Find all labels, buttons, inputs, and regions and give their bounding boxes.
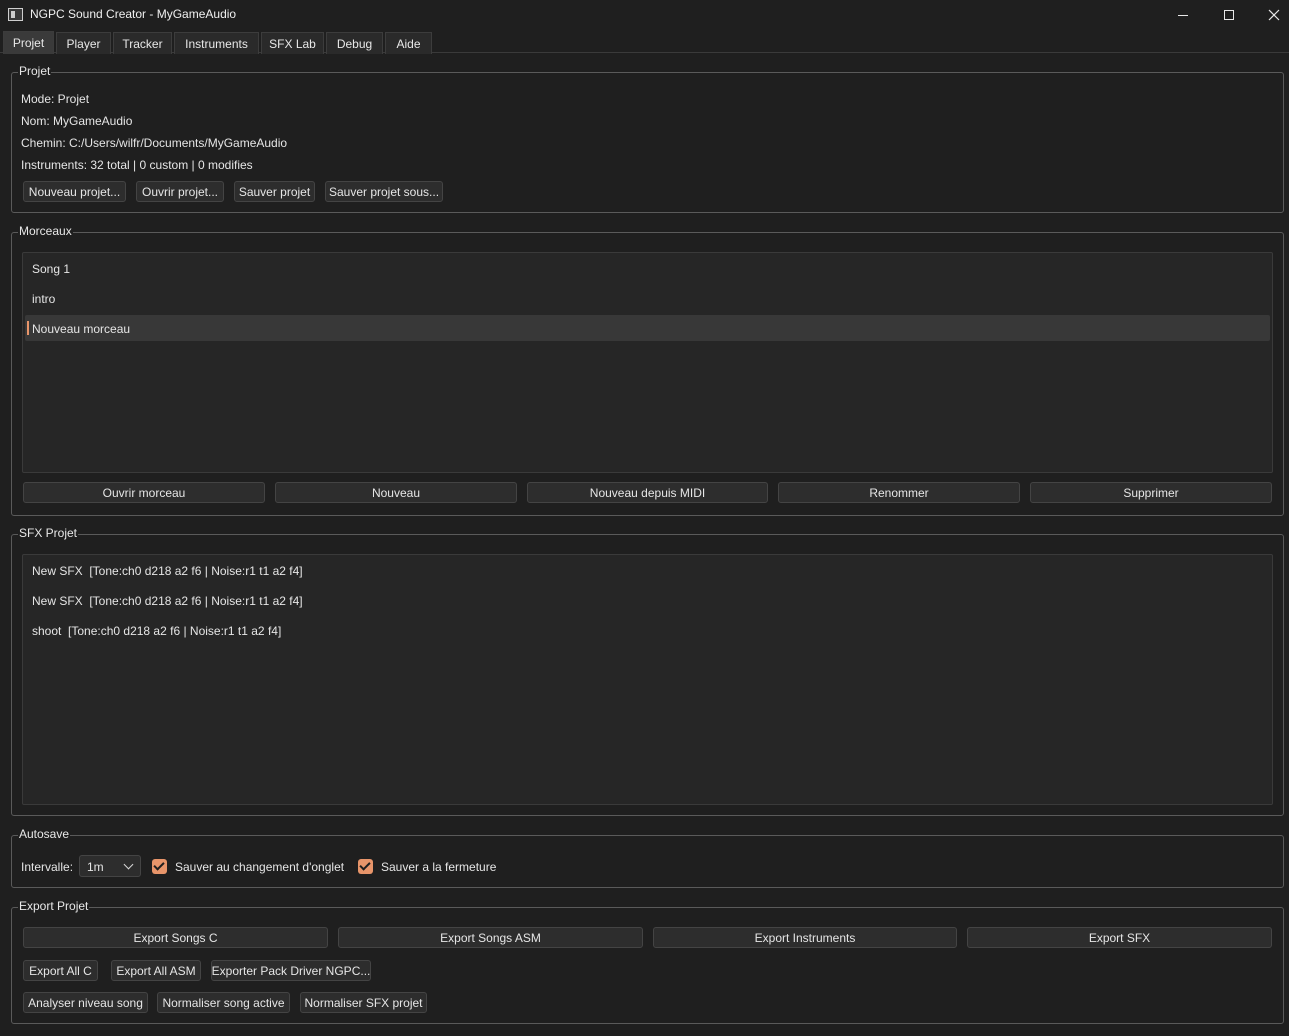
morceaux-group-title: Morceaux (18, 224, 73, 238)
list-item[interactable]: New SFX [Tone:ch0 d218 a2 f6 | Noise:r1 … (32, 594, 303, 608)
export-sfx-button[interactable]: Export SFX (967, 927, 1272, 948)
selection-indicator (27, 321, 29, 335)
songs-list[interactable]: Song 1 intro Nouveau morceau (22, 252, 1273, 473)
analyse-song-level-button[interactable]: Analyser niveau song (23, 992, 148, 1013)
minimize-button[interactable] (1160, 0, 1206, 30)
autosave-on-close-checkbox[interactable] (358, 859, 373, 874)
morceaux-group: Morceaux Song 1 intro Nouveau morceau Ou… (11, 224, 1284, 516)
maximize-icon (1224, 10, 1234, 20)
interval-label: Intervalle: (21, 860, 74, 874)
tab-bar: Projet Player Tracker Instruments SFX La… (0, 31, 1289, 54)
export-all-asm-button[interactable]: Export All ASM (111, 960, 201, 981)
chevron-down-icon (123, 859, 134, 870)
interval-value: 1m (87, 860, 104, 874)
normalise-sfx-button[interactable]: Normaliser SFX projet (300, 992, 427, 1013)
new-song-button[interactable]: Nouveau (275, 482, 517, 503)
open-project-button[interactable]: Ouvrir projet... (136, 181, 224, 202)
interval-select[interactable]: 1m (79, 855, 141, 877)
export-group: Export Projet Export Songs C Export Song… (11, 899, 1284, 1024)
close-button[interactable] (1251, 0, 1289, 30)
open-song-button[interactable]: Ouvrir morceau (23, 482, 265, 503)
maximize-button[interactable] (1206, 0, 1252, 30)
normalise-active-song-button[interactable]: Normaliser song active (157, 992, 290, 1013)
sfx-list[interactable]: New SFX [Tone:ch0 d218 a2 f6 | Noise:r1 … (22, 554, 1273, 805)
save-project-as-button[interactable]: Sauver projet sous... (325, 181, 443, 202)
close-icon (1268, 9, 1280, 21)
save-project-button[interactable]: Sauver projet (234, 181, 315, 202)
tab-player[interactable]: Player (56, 32, 111, 54)
project-path: Chemin: C:/Users/wilfr/Documents/MyGameA… (21, 136, 288, 150)
tab-aide[interactable]: Aide (385, 32, 432, 54)
new-project-button[interactable]: Nouveau projet... (23, 181, 126, 202)
list-item[interactable]: Song 1 (32, 262, 70, 276)
project-instruments-summary: Instruments: 32 total | 0 custom | 0 mod… (21, 158, 253, 172)
export-songs-asm-button[interactable]: Export Songs ASM (338, 927, 643, 948)
project-mode: Mode: Projet (21, 92, 90, 106)
rename-song-button[interactable]: Renommer (778, 482, 1020, 503)
list-item[interactable]: Nouveau morceau (32, 322, 130, 336)
autosave-group-title: Autosave (18, 827, 71, 841)
list-item[interactable]: intro (32, 292, 55, 306)
list-item-selected[interactable] (25, 315, 1270, 341)
sfx-group: SFX Projet New SFX [Tone:ch0 d218 a2 f6 … (11, 526, 1284, 816)
list-item[interactable]: shoot [Tone:ch0 d218 a2 f6 | Noise:r1 t1… (32, 624, 281, 638)
projet-group-title: Projet (18, 64, 52, 78)
tab-projet[interactable]: Projet (3, 31, 54, 54)
projet-group: Projet Mode: Projet Nom: MyGameAudio Che… (11, 64, 1284, 213)
tab-debug[interactable]: Debug (326, 32, 383, 54)
tab-sfx-lab[interactable]: SFX Lab (261, 32, 324, 54)
autosave-on-close-label[interactable]: Sauver a la fermeture (381, 860, 496, 874)
tab-tracker[interactable]: Tracker (113, 32, 172, 54)
export-driver-pack-button[interactable]: Exporter Pack Driver NGPC... (211, 960, 371, 981)
project-name: Nom: MyGameAudio (21, 114, 133, 128)
tab-instruments[interactable]: Instruments (174, 32, 259, 54)
delete-song-button[interactable]: Supprimer (1030, 482, 1272, 503)
title-bar: NGPC Sound Creator - MyGameAudio (0, 0, 1289, 30)
autosave-tab-change-label[interactable]: Sauver au changement d'onglet (175, 860, 344, 874)
new-song-from-midi-button[interactable]: Nouveau depuis MIDI (527, 482, 768, 503)
export-instruments-button[interactable]: Export Instruments (653, 927, 957, 948)
autosave-group: Autosave Intervalle: 1m Sauver au change… (11, 827, 1284, 888)
list-item[interactable]: New SFX [Tone:ch0 d218 a2 f6 | Noise:r1 … (32, 564, 303, 578)
sfx-group-title: SFX Projet (18, 526, 79, 540)
autosave-tab-change-checkbox[interactable] (152, 859, 167, 874)
export-songs-c-button[interactable]: Export Songs C (23, 927, 328, 948)
minimize-icon (1178, 14, 1188, 16)
export-all-c-button[interactable]: Export All C (23, 960, 98, 981)
app-icon (8, 8, 23, 21)
window-title: NGPC Sound Creator - MyGameAudio (30, 7, 237, 21)
export-group-title: Export Projet (18, 899, 90, 913)
